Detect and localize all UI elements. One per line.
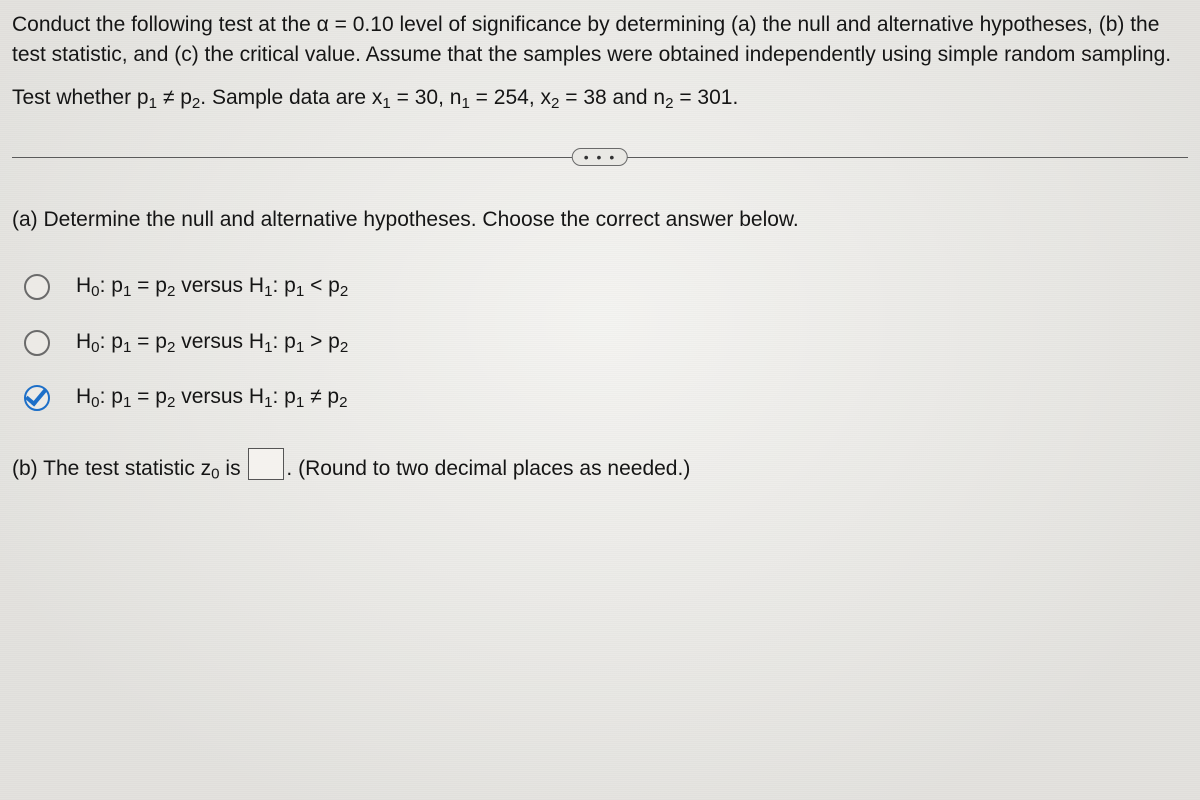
test-claim: p1 ≠ p2. — [137, 86, 212, 109]
section-divider: • • • — [12, 143, 1188, 171]
options-group: H0: p1 = p2 versus H1: p1 < p2 H0: p1 = p… — [24, 271, 1188, 414]
radio-option-1[interactable] — [24, 330, 50, 356]
sample-data: x1 = 30, n1 = 254, x2 = 38 and n2 = 301. — [372, 86, 738, 109]
test-prefix: Test whether — [12, 86, 137, 109]
part-b-suffix: . (Round to two decimal places as needed… — [286, 457, 690, 480]
test-data-prefix: Sample data are — [212, 86, 372, 109]
part-a-prompt: (a) Determine the null and alternative h… — [12, 205, 1188, 235]
option-text-2: H0: p1 = p2 versus H1: p1 ≠ p2 — [76, 382, 348, 414]
radio-option-0[interactable] — [24, 274, 50, 300]
part-b-prefix: (b) The test statistic z — [12, 457, 211, 480]
option-row-1[interactable]: H0: p1 = p2 versus H1: p1 > p2 — [24, 327, 1188, 359]
problem-intro: Conduct the following test at the α = 0.… — [12, 10, 1188, 71]
option-row-2[interactable]: H0: p1 = p2 versus H1: p1 ≠ p2 — [24, 382, 1188, 414]
test-whether-line: Test whether p1 ≠ p2. Sample data are x1… — [12, 83, 1188, 115]
option-row-0[interactable]: H0: p1 = p2 versus H1: p1 < p2 — [24, 271, 1188, 303]
part-b-line: (b) The test statistic z0 is . (Round to… — [12, 448, 1188, 485]
option-text-0: H0: p1 = p2 versus H1: p1 < p2 — [76, 271, 348, 303]
part-b-subscript: 0 — [211, 466, 219, 483]
radio-option-2[interactable] — [24, 385, 50, 411]
option-text-1: H0: p1 = p2 versus H1: p1 > p2 — [76, 327, 348, 359]
divider-pill[interactable]: • • • — [572, 148, 628, 166]
part-b-is: is — [220, 457, 247, 480]
test-statistic-input[interactable] — [248, 448, 284, 480]
